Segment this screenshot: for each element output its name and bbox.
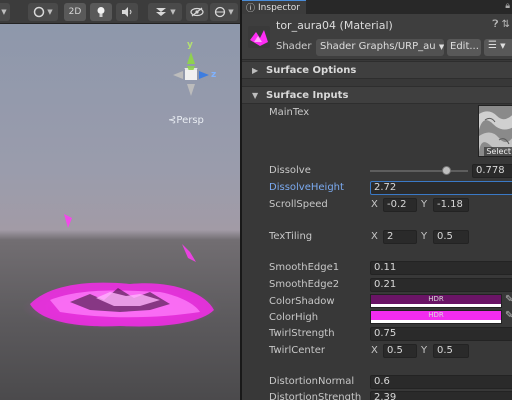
shader-dropdown[interactable]: Shader Graphs/URP_au ▼ <box>316 39 444 56</box>
chevron-down-icon: ▼ <box>170 8 176 16</box>
textiling-x-axis: X <box>371 231 378 242</box>
textiling-label: TexTiling <box>269 231 313 242</box>
shading-mode-button[interactable]: ▼ <box>28 3 58 21</box>
surface-inputs-title: Surface Inputs <box>266 89 349 101</box>
gizmos-button[interactable]: ▼ <box>210 3 238 21</box>
perspective-toggle[interactable]: ⊰Persp <box>168 115 204 126</box>
twirlcenter-x-field[interactable]: 0.5 <box>383 344 417 358</box>
dissolveheight-field[interactable]: 2.72 <box>370 181 512 195</box>
perspective-label: Persp <box>176 115 204 126</box>
eyedropper-icon[interactable]: ✎ <box>505 294 512 305</box>
textiling-y-axis: Y <box>421 231 428 242</box>
colorhigh-hdr-label: HDR <box>428 311 444 319</box>
surface-inputs-foldout[interactable]: ▼ Surface Inputs <box>242 86 512 104</box>
colorshadow-hdr-label: HDR <box>428 295 444 303</box>
info-icon: ⓘ <box>246 4 256 14</box>
shader-menu-button[interactable]: ☰ ▼ <box>484 39 512 56</box>
orientation-gizmo[interactable]: y z <box>163 40 219 106</box>
maintex-label: MainTex <box>269 107 310 118</box>
chevron-down-icon: ▼ <box>47 8 53 16</box>
material-thumbnail[interactable] <box>248 26 270 48</box>
colorshadow-label: ColorShadow <box>269 296 335 307</box>
smoothedge1-field[interactable]: 0.11 <box>370 261 512 275</box>
inspector-panel: ⓘ Inspector 🔒︎ tor_aura04 (Material) ❓︎ … <box>240 0 512 400</box>
scene-view[interactable]: ▼ ▼ 2D ▼ ▼ y z ⊰Persp <box>0 0 240 400</box>
dissolve-slider-handle[interactable] <box>442 166 452 175</box>
twirlcenter-y-field[interactable]: 0.5 <box>433 344 469 358</box>
scrollspeed-x-field[interactable]: -0.2 <box>383 198 417 212</box>
colorhigh-alpha-bar <box>371 320 501 323</box>
audio-icon <box>122 7 132 17</box>
hidden-objects-toggle[interactable] <box>186 3 208 21</box>
smoothedge1-label: SmoothEdge1 <box>269 262 340 273</box>
colorshadow-alpha-bar <box>371 304 501 307</box>
texture-select-button[interactable]: Select <box>484 147 512 156</box>
z-axis-label: z <box>211 70 217 80</box>
colorhigh-swatch[interactable]: HDR <box>370 310 502 324</box>
colorshadow-swatch[interactable]: HDR <box>370 294 502 308</box>
y-axis-label: y <box>187 40 193 50</box>
distortionnormal-field[interactable]: 0.6 <box>370 375 512 389</box>
help-icon[interactable]: ❓︎ <box>492 19 498 30</box>
textiling-y-field[interactable]: 0.5 <box>433 230 469 244</box>
lock-icon[interactable]: 🔒︎ <box>505 1 510 11</box>
scrollspeed-x-axis: X <box>371 199 378 210</box>
dissolve-slider-track[interactable] <box>370 170 468 172</box>
scrollspeed-y-axis: Y <box>421 199 428 210</box>
gizmo-globe-icon <box>215 6 226 18</box>
shading-mode-icon <box>34 6 45 18</box>
lighting-toggle[interactable] <box>90 3 112 21</box>
chevron-down-icon: ▼ <box>438 43 444 51</box>
inspector-tab-bar: ⓘ Inspector 🔒︎ <box>242 0 512 14</box>
material-title: tor_aura04 (Material) <box>276 19 393 32</box>
edit-shader-button[interactable]: Edit... <box>447 39 481 56</box>
chevron-right-icon: ▶ <box>252 65 259 75</box>
maintex-texture-slot[interactable]: Select <box>478 105 512 157</box>
effects-button[interactable]: ▼ <box>148 3 182 21</box>
inspector-tab-label: Inspector <box>258 2 300 13</box>
shader-value: Shader Graphs/URP_au <box>320 41 436 52</box>
mode-2d-label: 2D <box>68 7 82 17</box>
effects-icon <box>156 8 167 16</box>
textiling-x-field[interactable]: 2 <box>383 230 417 244</box>
twirlcenter-label: TwirlCenter <box>269 345 325 356</box>
list-menu-icon: ☰ <box>488 40 497 51</box>
twirlstrength-label: TwirlStrength <box>269 328 335 339</box>
chevron-down-icon: ▼ <box>228 8 234 16</box>
smoothedge2-label: SmoothEdge2 <box>269 279 340 290</box>
distortionstrength-field[interactable]: 2.39 <box>370 391 512 400</box>
shader-label: Shader <box>276 41 312 52</box>
scrollspeed-label: ScrollSpeed <box>269 199 328 210</box>
aura-particle-effect <box>22 214 222 330</box>
material-header: tor_aura04 (Material) ❓︎ ⇅ Shader Shader… <box>242 14 512 60</box>
smoothedge2-field[interactable]: 0.21 <box>370 278 512 292</box>
eyedropper-icon[interactable]: ✎ <box>505 310 512 321</box>
twirlcenter-x-axis: X <box>371 345 378 356</box>
settings-icon[interactable]: ⇅ <box>502 19 510 30</box>
chevron-down-icon: ▼ <box>500 42 506 50</box>
lightbulb-icon <box>97 7 105 17</box>
twirlcenter-y-axis: Y <box>421 345 428 356</box>
scrollspeed-y-field[interactable]: -1.18 <box>433 198 469 212</box>
distortionstrength-label: DistortionStrength <box>269 392 362 400</box>
scene-toolbar: ▼ ▼ 2D ▼ ▼ <box>0 0 240 24</box>
surface-options-title: Surface Options <box>266 64 357 76</box>
tools-menu-button[interactable]: ▼ <box>0 3 10 21</box>
colorhigh-label: ColorHigh <box>269 312 319 323</box>
chevron-down-icon: ▼ <box>252 90 259 100</box>
hidden-objects-icon <box>190 7 204 17</box>
surface-options-foldout[interactable]: ▶ Surface Options <box>242 61 512 79</box>
dissolveheight-label: DissolveHeight <box>269 182 344 193</box>
tab-inspector[interactable]: ⓘ Inspector <box>242 0 306 14</box>
dissolve-field[interactable]: 0.778 <box>472 164 512 178</box>
dissolve-label: Dissolve <box>269 165 311 176</box>
chevron-down-icon: ▼ <box>1 8 7 16</box>
distortionnormal-label: DistortionNormal <box>269 376 355 387</box>
header-icons: ❓︎ ⇅ <box>492 19 510 30</box>
mode-2d-toggle[interactable]: 2D <box>64 3 86 21</box>
twirlstrength-field[interactable]: 0.75 <box>370 327 512 341</box>
audio-toggle[interactable] <box>116 3 138 21</box>
